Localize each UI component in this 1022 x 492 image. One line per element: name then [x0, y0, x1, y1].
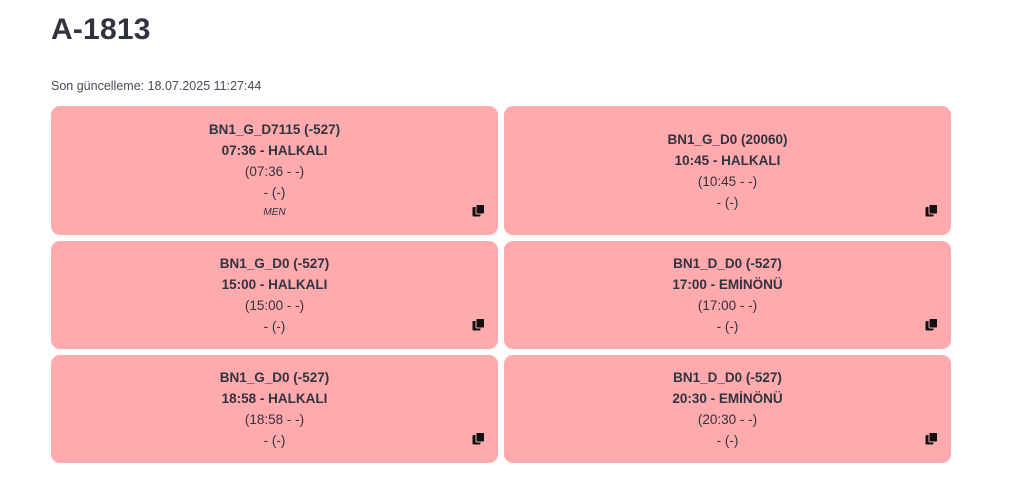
- trip-extra: - (-): [716, 319, 739, 334]
- copy-icon[interactable]: [925, 204, 938, 217]
- trip-detail: (20:30 - -): [697, 412, 758, 427]
- page-title: A-1813: [51, 13, 151, 46]
- trip-extra: - (-): [263, 184, 286, 200]
- trip-extra: - (-): [263, 319, 286, 334]
- trip-extra: - (-): [263, 433, 286, 448]
- trip-card[interactable]: BN1_G_D7115 (-527) 07:36 - HALKALI (07:3…: [51, 106, 498, 235]
- trip-time-destination: 07:36 - HALKALI: [221, 142, 328, 158]
- copy-icon[interactable]: [925, 318, 938, 331]
- trip-code: BN1_G_D0 (-527): [219, 370, 330, 385]
- trip-time-destination: 18:58 - HALKALI: [221, 391, 328, 406]
- trip-code: BN1_G_D0 (20060): [667, 131, 788, 147]
- copy-icon[interactable]: [925, 432, 938, 445]
- trip-time-destination: 20:30 - EMİNÖNÜ: [672, 391, 783, 406]
- trip-detail: (18:58 - -): [244, 412, 305, 427]
- trip-time-destination: 17:00 - EMİNÖNÜ: [672, 277, 783, 292]
- trip-extra: - (-): [716, 433, 739, 448]
- trip-card[interactable]: BN1_D_D0 (-527) 20:30 - EMİNÖNÜ (20:30 -…: [504, 355, 951, 463]
- trip-code: BN1_G_D0 (-527): [219, 256, 330, 271]
- trip-code: BN1_D_D0 (-527): [673, 370, 782, 385]
- trip-card-grid: BN1_G_D7115 (-527) 07:36 - HALKALI (07:3…: [51, 106, 951, 463]
- trip-extra: - (-): [716, 194, 739, 210]
- copy-icon[interactable]: [472, 318, 485, 331]
- trip-detail: (10:45 - -): [697, 173, 758, 189]
- trip-time-destination: 10:45 - HALKALI: [674, 152, 781, 168]
- copy-icon[interactable]: [472, 432, 485, 445]
- trip-detail: (07:36 - -): [244, 163, 305, 179]
- trip-detail: (15:00 - -): [244, 298, 305, 313]
- trip-card[interactable]: BN1_G_D0 (-527) 15:00 - HALKALI (15:00 -…: [51, 241, 498, 349]
- trip-card[interactable]: BN1_G_D0 (-527) 18:58 - HALKALI (18:58 -…: [51, 355, 498, 463]
- last-update-text: Son güncelleme: 18.07.2025 11:27:44: [51, 79, 262, 93]
- page: A-1813 Son güncelleme: 18.07.2025 11:27:…: [0, 0, 1022, 492]
- trip-code: BN1_G_D7115 (-527): [208, 121, 341, 137]
- trip-card[interactable]: BN1_G_D0 (20060) 10:45 - HALKALI (10:45 …: [504, 106, 951, 235]
- copy-icon[interactable]: [472, 204, 485, 217]
- trip-detail: (17:00 - -): [697, 298, 758, 313]
- trip-card[interactable]: BN1_D_D0 (-527) 17:00 - EMİNÖNÜ (17:00 -…: [504, 241, 951, 349]
- trip-note: MEN: [263, 206, 286, 218]
- trip-code: BN1_D_D0 (-527): [673, 256, 782, 271]
- trip-time-destination: 15:00 - HALKALI: [221, 277, 328, 292]
